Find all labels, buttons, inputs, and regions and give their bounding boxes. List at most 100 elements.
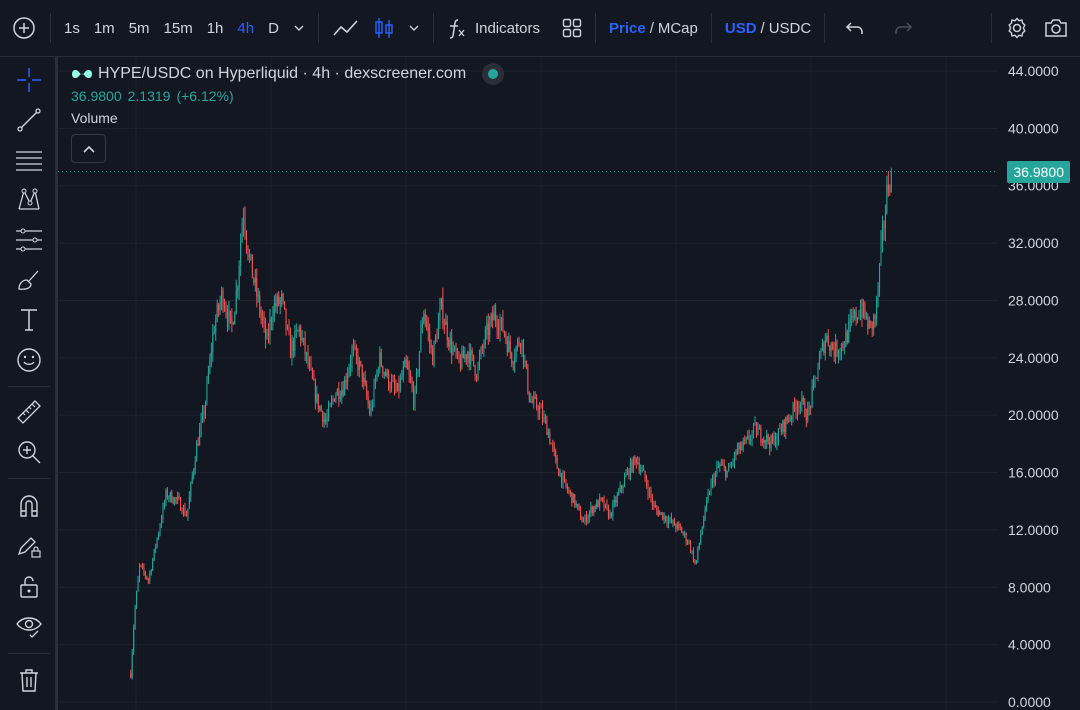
y-tick-label: 44.0000 (1008, 63, 1059, 79)
candle-body (413, 388, 415, 405)
fib-levels-icon[interactable] (10, 223, 48, 257)
candle-body (248, 255, 250, 257)
candle-body (372, 404, 374, 407)
candle-body (452, 348, 454, 355)
candle-body (583, 521, 585, 523)
candle-body (622, 486, 624, 489)
currency-toggle[interactable]: USD / USDC (718, 8, 818, 48)
candle-body (439, 307, 441, 321)
candle-body (735, 452, 737, 455)
candle-body (801, 398, 803, 405)
candle-body (679, 525, 681, 528)
interval-button-1s[interactable]: 1s (57, 8, 87, 48)
candle-body (191, 475, 193, 483)
trash-delete-icon[interactable] (10, 663, 48, 697)
candle-body (767, 434, 769, 443)
candle-body (865, 316, 867, 318)
candle-body (319, 406, 321, 409)
interval-button-15m[interactable]: 15m (157, 8, 200, 48)
candle-body (777, 428, 779, 441)
candle-body (196, 443, 198, 462)
candle-body (181, 510, 183, 514)
candles-icon[interactable] (367, 8, 401, 48)
candle-body (139, 565, 141, 579)
candle-body (716, 466, 718, 474)
line-chart-icon[interactable] (325, 8, 367, 48)
candle-body (140, 565, 142, 567)
candle-body (525, 360, 527, 368)
interval-button-5m[interactable]: 5m (122, 8, 157, 48)
price-mcap-toggle[interactable]: Price / MCap (602, 8, 705, 48)
candle-body (493, 311, 495, 321)
indicators-button[interactable]: Indicators (440, 8, 547, 48)
candle-body (503, 331, 505, 335)
candle-body (292, 340, 294, 351)
ruler-measure-icon[interactable] (10, 395, 48, 429)
interval-button-1m[interactable]: 1m (87, 8, 122, 48)
candle-body (199, 429, 201, 446)
candle-body (889, 191, 891, 193)
layouts-grid-icon[interactable] (555, 8, 589, 48)
candle-body (464, 354, 466, 359)
candle-body (509, 340, 511, 353)
candle-body (673, 520, 675, 526)
brush-icon[interactable] (10, 263, 48, 297)
chart-area[interactable]: 44.0000 40.0000 36.0000 32.0000 28.0000 24.00… (58, 57, 1080, 710)
redo-icon[interactable] (885, 8, 921, 48)
add-symbol-icon[interactable] (4, 8, 44, 48)
magnet-icon[interactable] (10, 489, 48, 523)
candle-body (414, 388, 416, 405)
candle-body (783, 420, 785, 433)
interval-dropdown-icon[interactable] (286, 8, 312, 48)
candle-body (808, 406, 810, 410)
candle-body (587, 517, 589, 523)
candle-body (685, 533, 687, 543)
candle-body (807, 409, 809, 421)
text-tool-icon[interactable] (10, 303, 48, 337)
candle-body (282, 293, 284, 302)
chart-type-dropdown-icon[interactable] (401, 8, 427, 48)
candle-body (328, 406, 330, 417)
candle-body (867, 316, 869, 329)
candle-body (650, 490, 652, 498)
eye-visibility-icon[interactable] (10, 609, 48, 643)
candle-body (499, 322, 501, 332)
y-tick-label: 24.0000 (1008, 350, 1059, 366)
candle-body (594, 506, 596, 509)
unlock-icon[interactable] (10, 569, 48, 603)
y-tick-label: 40.0000 (1008, 120, 1059, 136)
candle-body (311, 368, 313, 379)
candle-body (638, 462, 640, 472)
candle-body (687, 542, 689, 544)
interval-button-4h[interactable]: 4h (230, 8, 261, 48)
trend-line-icon[interactable] (10, 103, 48, 137)
collapse-legend-button[interactable] (71, 134, 106, 163)
horizontal-lines-icon[interactable] (10, 143, 48, 177)
candle-body (663, 515, 665, 520)
zoom-in-icon[interactable] (10, 435, 48, 469)
candle-body (373, 383, 375, 405)
candle-body (703, 519, 705, 528)
candle-body (676, 523, 678, 529)
candle-body (566, 486, 568, 491)
legend-title-row: HYPE/USDC on Hyperliquid · 4h · dexscree… (71, 63, 505, 85)
candle-body (725, 466, 727, 477)
candle-body (490, 314, 492, 322)
lock-drawing-icon[interactable] (10, 529, 48, 563)
interval-button-d[interactable]: D (261, 8, 286, 48)
candle-body (325, 418, 327, 422)
undo-icon[interactable] (837, 8, 873, 48)
candle-body (757, 429, 759, 436)
candle-body (222, 290, 224, 307)
interval-button-1h[interactable]: 1h (200, 8, 231, 48)
candle-body (722, 464, 724, 466)
settings-gear-icon[interactable] (998, 8, 1036, 48)
candle-body (662, 512, 664, 520)
candle-body (398, 383, 400, 391)
crosshair-icon[interactable] (10, 63, 48, 97)
emoji-smile-icon[interactable] (10, 343, 48, 377)
camera-screenshot-icon[interactable] (1036, 8, 1076, 48)
indicators-label: Indicators (474, 19, 540, 37)
pattern-tool-icon[interactable] (10, 183, 48, 217)
candle-body (433, 341, 435, 366)
